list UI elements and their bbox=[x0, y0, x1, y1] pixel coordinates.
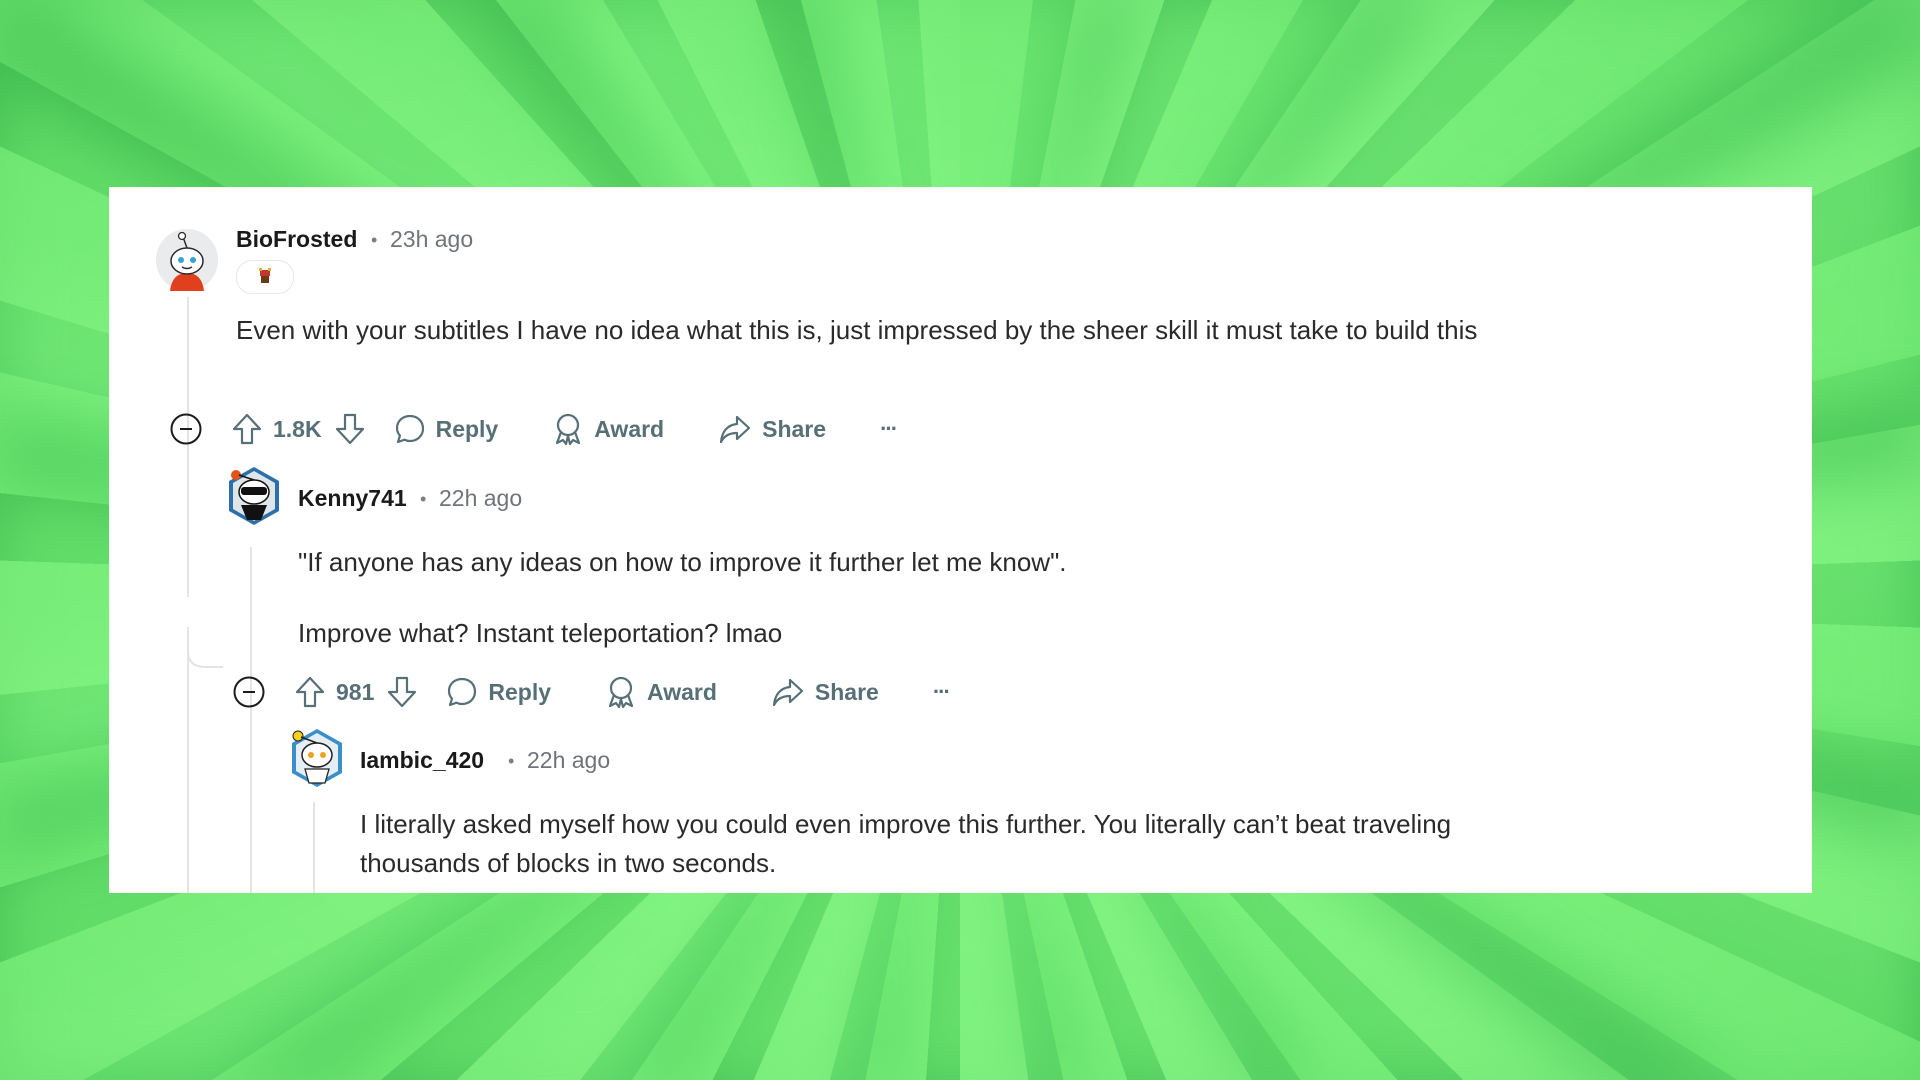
thread-line-level3 bbox=[313, 802, 315, 893]
award-button[interactable]: Award bbox=[552, 412, 664, 446]
award-label: Award bbox=[647, 678, 717, 705]
share-button[interactable]: Share bbox=[771, 677, 879, 707]
comment-body-paragraph-2: Improve what? Instant teleportation? lma… bbox=[298, 618, 783, 648]
thread-line-level1-continued bbox=[187, 647, 189, 893]
avatar[interactable] bbox=[286, 727, 348, 789]
reply-button[interactable]: Reply bbox=[394, 413, 499, 445]
collapse-thread-button[interactable] bbox=[169, 412, 203, 446]
comment-body: I literally asked myself how you could e… bbox=[360, 809, 1452, 878]
comment-body-paragraph-1: "If anyone has any ideas on how to impro… bbox=[298, 547, 1067, 577]
award-icon bbox=[556, 413, 581, 446]
user-flair-badge bbox=[236, 260, 294, 294]
timestamp[interactable]: 23h ago bbox=[390, 226, 473, 253]
reply-label: Reply bbox=[488, 678, 552, 705]
downvote-icon bbox=[335, 413, 364, 445]
timestamp[interactable]: 22h ago bbox=[439, 485, 522, 512]
upvote-button[interactable] bbox=[294, 675, 326, 709]
timestamp[interactable]: 22h ago bbox=[527, 747, 610, 774]
share-label: Share bbox=[762, 415, 827, 442]
collapse-icon bbox=[233, 676, 265, 708]
snoo-nft-avatar-icon bbox=[292, 729, 342, 787]
vote-count: 1.8K bbox=[273, 415, 322, 442]
thread-connector-2 bbox=[250, 889, 253, 893]
share-button[interactable]: Share bbox=[718, 414, 826, 444]
thread-connector-1 bbox=[187, 627, 223, 668]
downvote-icon bbox=[388, 676, 417, 708]
upvote-icon bbox=[232, 413, 262, 445]
vote-count: 981 bbox=[336, 678, 375, 705]
username[interactable]: Kenny741 bbox=[298, 485, 407, 512]
upvote-icon bbox=[295, 676, 325, 708]
separator-dot: • bbox=[420, 489, 427, 509]
more-options-button[interactable]: ··· bbox=[880, 416, 898, 442]
comment-card: BioFrosted • 23h ago Even with your subt… bbox=[109, 187, 1812, 893]
comment-actions: 1.8K Reply Award Share ··· bbox=[169, 407, 898, 451]
award-label: Award bbox=[594, 415, 665, 442]
award-button[interactable]: Award bbox=[605, 675, 717, 709]
snoo-avatar-icon bbox=[156, 229, 218, 291]
share-label: Share bbox=[814, 678, 879, 705]
more-options-button[interactable]: ··· bbox=[933, 679, 951, 705]
avatar[interactable] bbox=[156, 229, 218, 291]
username[interactable]: Iambic_420 bbox=[360, 747, 484, 774]
reply-label: Reply bbox=[435, 415, 499, 442]
username[interactable]: BioFrosted bbox=[236, 226, 357, 253]
avatar[interactable] bbox=[223, 465, 285, 527]
upvote-button[interactable] bbox=[231, 412, 263, 446]
separator-dot: • bbox=[508, 751, 515, 771]
downvote-button[interactable] bbox=[334, 412, 366, 446]
separator-dot: • bbox=[371, 230, 378, 250]
share-icon bbox=[720, 415, 751, 444]
comment-bubble-icon bbox=[448, 677, 477, 707]
award-icon bbox=[608, 676, 634, 709]
comment-bubble-icon bbox=[395, 414, 424, 444]
snoo-nft-avatar-icon bbox=[229, 467, 279, 525]
downvote-button[interactable] bbox=[386, 675, 418, 709]
comment-actions: 981 Reply Award Share ··· bbox=[232, 670, 951, 714]
collapse-thread-button[interactable] bbox=[232, 675, 266, 709]
reply-button[interactable]: Reply bbox=[446, 676, 551, 708]
flair-icon bbox=[259, 268, 271, 283]
collapse-icon bbox=[170, 413, 202, 445]
thread-line-level2-continued bbox=[250, 827, 252, 893]
comment-body: Even with your subtitles I have no idea … bbox=[236, 315, 1478, 345]
share-icon bbox=[772, 678, 804, 707]
